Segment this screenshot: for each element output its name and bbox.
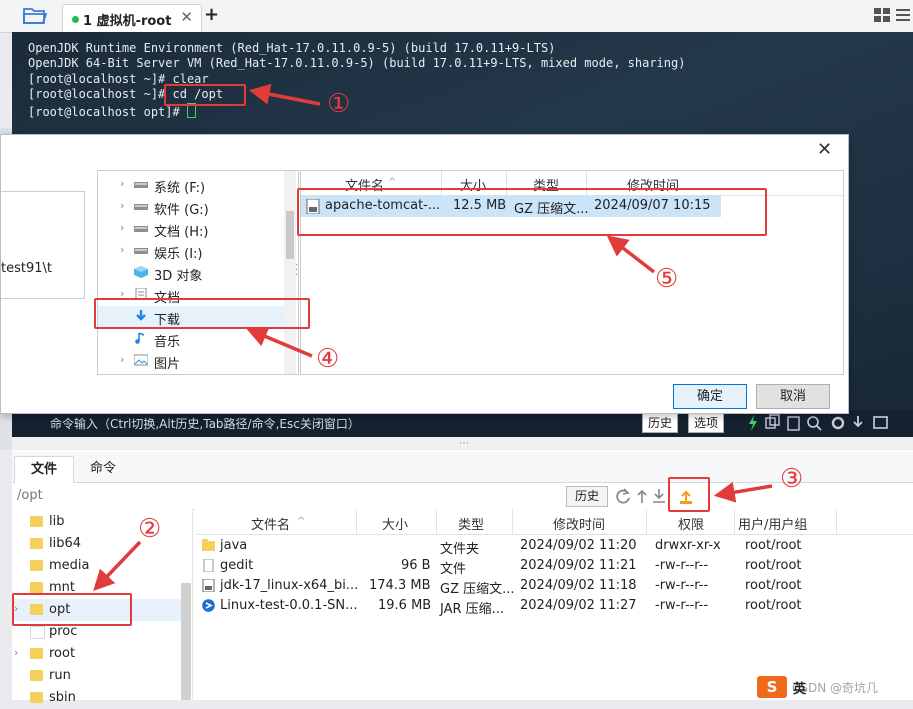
annotation-arrows: [93, 83, 773, 592]
annotation-arrow-2: [93, 540, 142, 592]
annotation-arrow-5: [606, 235, 656, 274]
annotation-arrow-4: [246, 326, 313, 358]
annotation-number-5: ⑤: [655, 264, 679, 294]
annotation-arrow-1: [248, 83, 321, 106]
annotation-number-4: ④: [316, 344, 340, 374]
annotation-number-2: ②: [138, 514, 162, 544]
annotation-arrow-3: [713, 481, 773, 503]
annotation-number-1: ①: [327, 89, 351, 119]
annotation-number-3: ③: [780, 464, 804, 494]
